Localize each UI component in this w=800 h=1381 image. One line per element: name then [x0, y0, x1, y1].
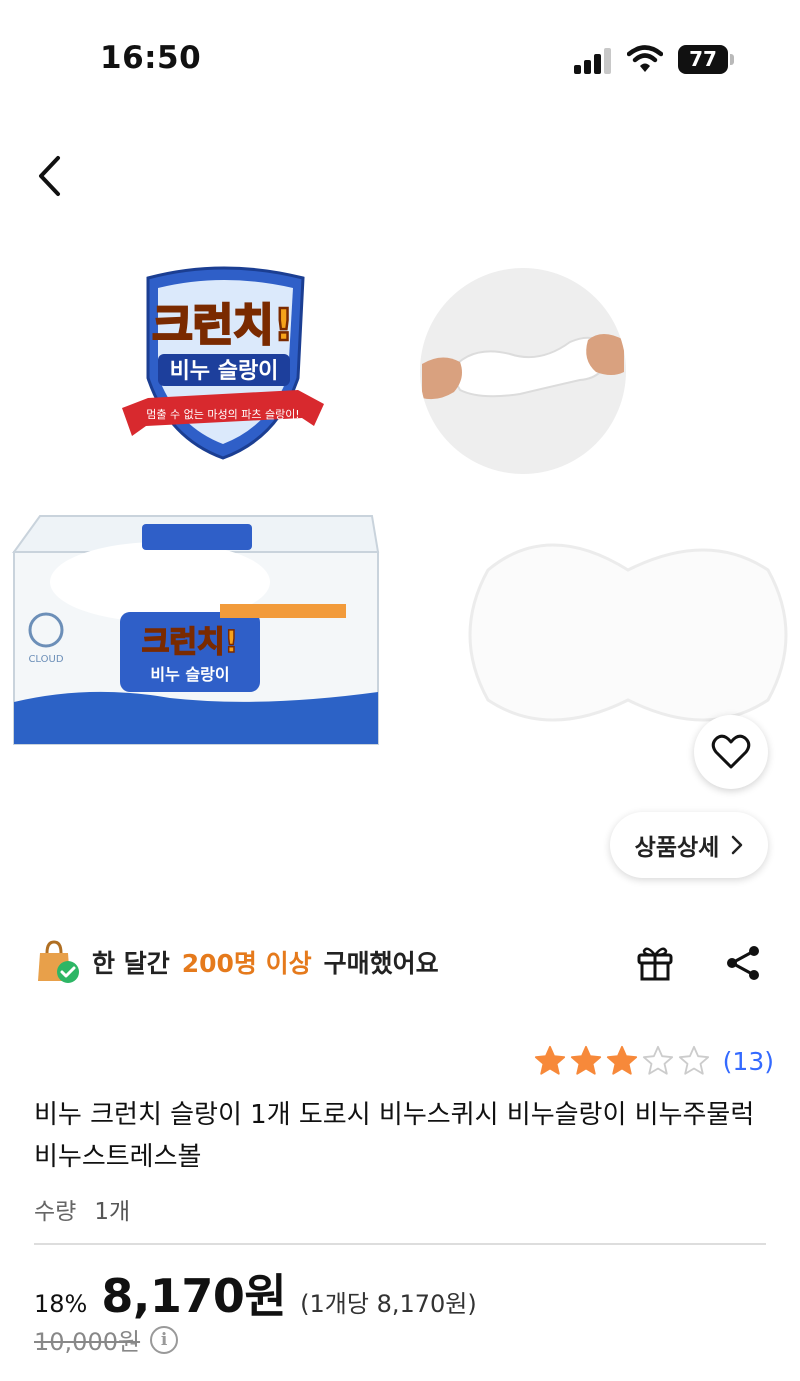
purchase-count-banner: 한 달간 200명 이상 구매했어요 [34, 932, 439, 992]
product-detail-label: 상품상세 [634, 835, 720, 861]
gift-button[interactable] [630, 938, 680, 988]
purchase-suffix: 구매했어요 [323, 949, 439, 978]
soap-slime-image [468, 543, 788, 722]
status-bar: 16:50 77 [0, 0, 800, 110]
share-icon [727, 946, 759, 980]
info-icon[interactable]: i [150, 1325, 179, 1354]
purchase-count: 200명 이상 [181, 949, 312, 978]
gift-icon [637, 947, 673, 981]
slime-stretch-photo [420, 268, 626, 474]
quantity-row: 수량 1개 [34, 1192, 130, 1226]
package-image: CLOUD 크런치! 비누 슬랑이 [12, 515, 380, 745]
star-filled-icon [534, 1045, 565, 1075]
svg-text:크런치!: 크런치! [142, 625, 238, 660]
svg-text:멈출 수 없는 마성의 파츠 슬랑이!: 멈출 수 없는 마성의 파츠 슬랑이! [146, 408, 299, 421]
product-image-gallery[interactable]: 크런치! 비누 슬랑이 멈출 수 없는 마성의 파츠 슬랑이! CLOUD 크런… [0, 240, 800, 900]
status-time: 16:50 [100, 40, 202, 76]
svg-text:CLOUD: CLOUD [28, 654, 63, 665]
rating[interactable]: (13) [533, 1044, 774, 1078]
star-rating [533, 1044, 711, 1078]
star-empty-icon [678, 1045, 709, 1075]
heart-outline-icon [711, 734, 751, 769]
star-filled-icon [606, 1045, 637, 1075]
quantity-value: 1개 [94, 1199, 131, 1225]
sale-price: 8,170원 [101, 1269, 287, 1323]
svg-text:비누 슬랑이: 비누 슬랑이 [170, 359, 279, 384]
chevron-left-icon [39, 156, 60, 196]
battery-icon: 77 [678, 45, 728, 74]
wifi-icon [627, 45, 663, 72]
chevron-right-icon [732, 835, 743, 855]
divider [34, 1243, 766, 1245]
wishlist-button[interactable] [694, 715, 768, 789]
svg-text:비누 슬랑이: 비누 슬랑이 [150, 665, 229, 684]
discount-rate: 18% [34, 1290, 88, 1318]
share-button[interactable] [718, 938, 768, 988]
product-detail-button[interactable]: 상품상세 [610, 812, 768, 878]
svg-text:크런치!: 크런치! [152, 300, 294, 351]
star-empty-icon [642, 1045, 673, 1075]
original-price-row: 10,000원 i [34, 1322, 179, 1357]
review-count[interactable]: (13) [723, 1047, 774, 1076]
signal-icon [574, 48, 614, 74]
back-button[interactable] [26, 148, 72, 204]
quantity-label: 수량 [34, 1199, 77, 1225]
product-logo-image: 크런치! 비누 슬랑이 멈출 수 없는 마성의 파츠 슬랑이! [122, 266, 324, 460]
shopping-bag-check-icon [38, 940, 79, 983]
price-row: 18% 8,170원 (1개당 8,170원) [34, 1260, 477, 1326]
star-filled-icon [570, 1045, 601, 1075]
original-price: 10,000원 [34, 1328, 141, 1356]
purchase-prefix: 한 달간 [92, 949, 170, 978]
product-title: 비누 크런치 슬랑이 1개 도로시 비누스퀴시 비누슬랑이 비누주물럭 비누스트… [34, 1100, 755, 1172]
battery-cap [730, 54, 734, 65]
unit-price: (1개당 8,170원) [300, 1290, 477, 1318]
